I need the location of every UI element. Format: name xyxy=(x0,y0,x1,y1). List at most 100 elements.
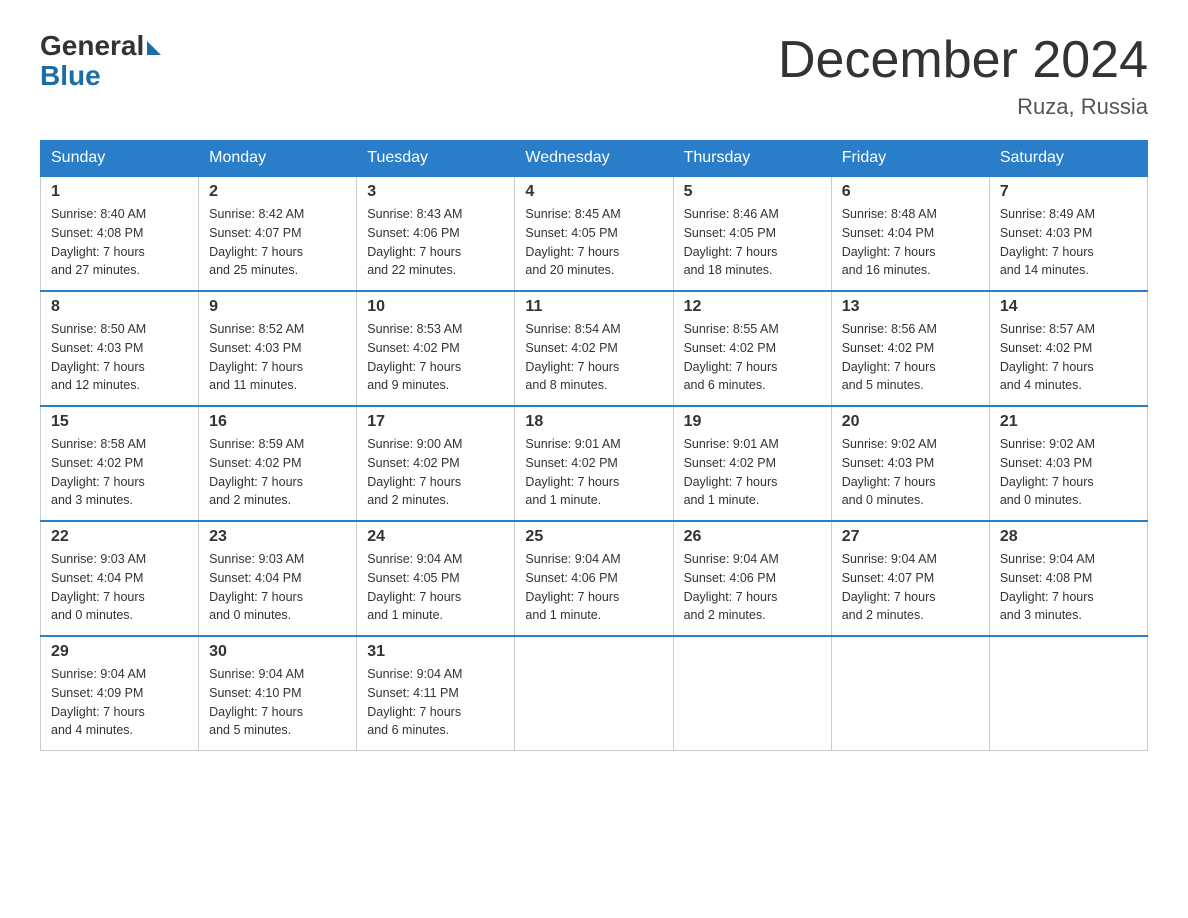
day-number: 3 xyxy=(367,183,504,201)
calendar-cell: 6 Sunrise: 8:48 AM Sunset: 4:04 PM Dayli… xyxy=(831,176,989,291)
calendar-cell: 9 Sunrise: 8:52 AM Sunset: 4:03 PM Dayli… xyxy=(199,291,357,406)
day-info: Sunrise: 8:53 AM Sunset: 4:02 PM Dayligh… xyxy=(367,320,504,395)
calendar-cell: 17 Sunrise: 9:00 AM Sunset: 4:02 PM Dayl… xyxy=(357,406,515,521)
day-info: Sunrise: 8:42 AM Sunset: 4:07 PM Dayligh… xyxy=(209,205,346,280)
calendar-cell: 20 Sunrise: 9:02 AM Sunset: 4:03 PM Dayl… xyxy=(831,406,989,521)
calendar-cell: 14 Sunrise: 8:57 AM Sunset: 4:02 PM Dayl… xyxy=(989,291,1147,406)
logo-blue-text: Blue xyxy=(40,60,101,92)
day-info: Sunrise: 9:04 AM Sunset: 4:11 PM Dayligh… xyxy=(367,665,504,740)
day-info: Sunrise: 9:03 AM Sunset: 4:04 PM Dayligh… xyxy=(209,550,346,625)
location: Ruza, Russia xyxy=(778,94,1148,120)
day-number: 5 xyxy=(684,183,821,201)
day-info: Sunrise: 8:49 AM Sunset: 4:03 PM Dayligh… xyxy=(1000,205,1137,280)
calendar-cell: 23 Sunrise: 9:03 AM Sunset: 4:04 PM Dayl… xyxy=(199,521,357,636)
day-number: 27 xyxy=(842,528,979,546)
day-number: 26 xyxy=(684,528,821,546)
calendar-cell: 25 Sunrise: 9:04 AM Sunset: 4:06 PM Dayl… xyxy=(515,521,673,636)
day-number: 16 xyxy=(209,413,346,431)
calendar-cell: 5 Sunrise: 8:46 AM Sunset: 4:05 PM Dayli… xyxy=(673,176,831,291)
day-number: 10 xyxy=(367,298,504,316)
calendar-cell: 11 Sunrise: 8:54 AM Sunset: 4:02 PM Dayl… xyxy=(515,291,673,406)
day-info: Sunrise: 9:00 AM Sunset: 4:02 PM Dayligh… xyxy=(367,435,504,510)
day-number: 13 xyxy=(842,298,979,316)
day-info: Sunrise: 9:01 AM Sunset: 4:02 PM Dayligh… xyxy=(525,435,662,510)
day-info: Sunrise: 9:04 AM Sunset: 4:06 PM Dayligh… xyxy=(684,550,821,625)
title-section: December 2024 Ruza, Russia xyxy=(778,30,1148,120)
week-row-3: 15 Sunrise: 8:58 AM Sunset: 4:02 PM Dayl… xyxy=(41,406,1148,521)
logo: General Blue xyxy=(40,30,161,92)
calendar-cell: 8 Sunrise: 8:50 AM Sunset: 4:03 PM Dayli… xyxy=(41,291,199,406)
day-info: Sunrise: 8:57 AM Sunset: 4:02 PM Dayligh… xyxy=(1000,320,1137,395)
calendar-cell: 10 Sunrise: 8:53 AM Sunset: 4:02 PM Dayl… xyxy=(357,291,515,406)
header-wednesday: Wednesday xyxy=(515,141,673,177)
week-row-2: 8 Sunrise: 8:50 AM Sunset: 4:03 PM Dayli… xyxy=(41,291,1148,406)
day-number: 4 xyxy=(525,183,662,201)
day-number: 31 xyxy=(367,643,504,661)
calendar-cell: 18 Sunrise: 9:01 AM Sunset: 4:02 PM Dayl… xyxy=(515,406,673,521)
day-number: 12 xyxy=(684,298,821,316)
calendar-cell: 4 Sunrise: 8:45 AM Sunset: 4:05 PM Dayli… xyxy=(515,176,673,291)
calendar-cell xyxy=(515,636,673,751)
day-number: 6 xyxy=(842,183,979,201)
header-tuesday: Tuesday xyxy=(357,141,515,177)
calendar-cell: 27 Sunrise: 9:04 AM Sunset: 4:07 PM Dayl… xyxy=(831,521,989,636)
day-info: Sunrise: 8:43 AM Sunset: 4:06 PM Dayligh… xyxy=(367,205,504,280)
day-number: 21 xyxy=(1000,413,1137,431)
day-info: Sunrise: 8:48 AM Sunset: 4:04 PM Dayligh… xyxy=(842,205,979,280)
day-number: 24 xyxy=(367,528,504,546)
weekday-header-row: Sunday Monday Tuesday Wednesday Thursday… xyxy=(41,141,1148,177)
header-monday: Monday xyxy=(199,141,357,177)
week-row-1: 1 Sunrise: 8:40 AM Sunset: 4:08 PM Dayli… xyxy=(41,176,1148,291)
day-info: Sunrise: 8:40 AM Sunset: 4:08 PM Dayligh… xyxy=(51,205,188,280)
day-number: 8 xyxy=(51,298,188,316)
day-info: Sunrise: 8:55 AM Sunset: 4:02 PM Dayligh… xyxy=(684,320,821,395)
day-number: 29 xyxy=(51,643,188,661)
day-number: 23 xyxy=(209,528,346,546)
day-info: Sunrise: 8:52 AM Sunset: 4:03 PM Dayligh… xyxy=(209,320,346,395)
calendar-cell: 22 Sunrise: 9:03 AM Sunset: 4:04 PM Dayl… xyxy=(41,521,199,636)
day-number: 18 xyxy=(525,413,662,431)
day-number: 14 xyxy=(1000,298,1137,316)
calendar-cell: 16 Sunrise: 8:59 AM Sunset: 4:02 PM Dayl… xyxy=(199,406,357,521)
page-header: General Blue December 2024 Ruza, Russia xyxy=(40,30,1148,120)
day-number: 28 xyxy=(1000,528,1137,546)
day-info: Sunrise: 9:01 AM Sunset: 4:02 PM Dayligh… xyxy=(684,435,821,510)
day-number: 25 xyxy=(525,528,662,546)
week-row-4: 22 Sunrise: 9:03 AM Sunset: 4:04 PM Dayl… xyxy=(41,521,1148,636)
calendar-cell: 1 Sunrise: 8:40 AM Sunset: 4:08 PM Dayli… xyxy=(41,176,199,291)
calendar-cell: 2 Sunrise: 8:42 AM Sunset: 4:07 PM Dayli… xyxy=(199,176,357,291)
calendar-cell: 7 Sunrise: 8:49 AM Sunset: 4:03 PM Dayli… xyxy=(989,176,1147,291)
day-info: Sunrise: 9:02 AM Sunset: 4:03 PM Dayligh… xyxy=(842,435,979,510)
day-number: 2 xyxy=(209,183,346,201)
calendar-cell xyxy=(673,636,831,751)
calendar-cell: 26 Sunrise: 9:04 AM Sunset: 4:06 PM Dayl… xyxy=(673,521,831,636)
day-number: 22 xyxy=(51,528,188,546)
calendar-cell xyxy=(831,636,989,751)
day-info: Sunrise: 8:46 AM Sunset: 4:05 PM Dayligh… xyxy=(684,205,821,280)
calendar-cell: 21 Sunrise: 9:02 AM Sunset: 4:03 PM Dayl… xyxy=(989,406,1147,521)
header-thursday: Thursday xyxy=(673,141,831,177)
header-sunday: Sunday xyxy=(41,141,199,177)
day-info: Sunrise: 9:04 AM Sunset: 4:10 PM Dayligh… xyxy=(209,665,346,740)
day-info: Sunrise: 9:04 AM Sunset: 4:06 PM Dayligh… xyxy=(525,550,662,625)
month-title: December 2024 xyxy=(778,30,1148,90)
calendar-cell: 19 Sunrise: 9:01 AM Sunset: 4:02 PM Dayl… xyxy=(673,406,831,521)
day-info: Sunrise: 9:04 AM Sunset: 4:07 PM Dayligh… xyxy=(842,550,979,625)
day-info: Sunrise: 9:04 AM Sunset: 4:05 PM Dayligh… xyxy=(367,550,504,625)
day-info: Sunrise: 8:45 AM Sunset: 4:05 PM Dayligh… xyxy=(525,205,662,280)
header-friday: Friday xyxy=(831,141,989,177)
day-info: Sunrise: 8:58 AM Sunset: 4:02 PM Dayligh… xyxy=(51,435,188,510)
day-number: 1 xyxy=(51,183,188,201)
logo-general-text: General xyxy=(40,30,144,62)
calendar-table: Sunday Monday Tuesday Wednesday Thursday… xyxy=(40,140,1148,751)
day-info: Sunrise: 8:56 AM Sunset: 4:02 PM Dayligh… xyxy=(842,320,979,395)
day-number: 15 xyxy=(51,413,188,431)
calendar-cell: 29 Sunrise: 9:04 AM Sunset: 4:09 PM Dayl… xyxy=(41,636,199,751)
day-info: Sunrise: 9:03 AM Sunset: 4:04 PM Dayligh… xyxy=(51,550,188,625)
day-info: Sunrise: 9:04 AM Sunset: 4:09 PM Dayligh… xyxy=(51,665,188,740)
day-info: Sunrise: 8:50 AM Sunset: 4:03 PM Dayligh… xyxy=(51,320,188,395)
calendar-cell: 31 Sunrise: 9:04 AM Sunset: 4:11 PM Dayl… xyxy=(357,636,515,751)
logo-arrow-icon xyxy=(147,41,161,55)
day-info: Sunrise: 9:02 AM Sunset: 4:03 PM Dayligh… xyxy=(1000,435,1137,510)
calendar-cell: 28 Sunrise: 9:04 AM Sunset: 4:08 PM Dayl… xyxy=(989,521,1147,636)
